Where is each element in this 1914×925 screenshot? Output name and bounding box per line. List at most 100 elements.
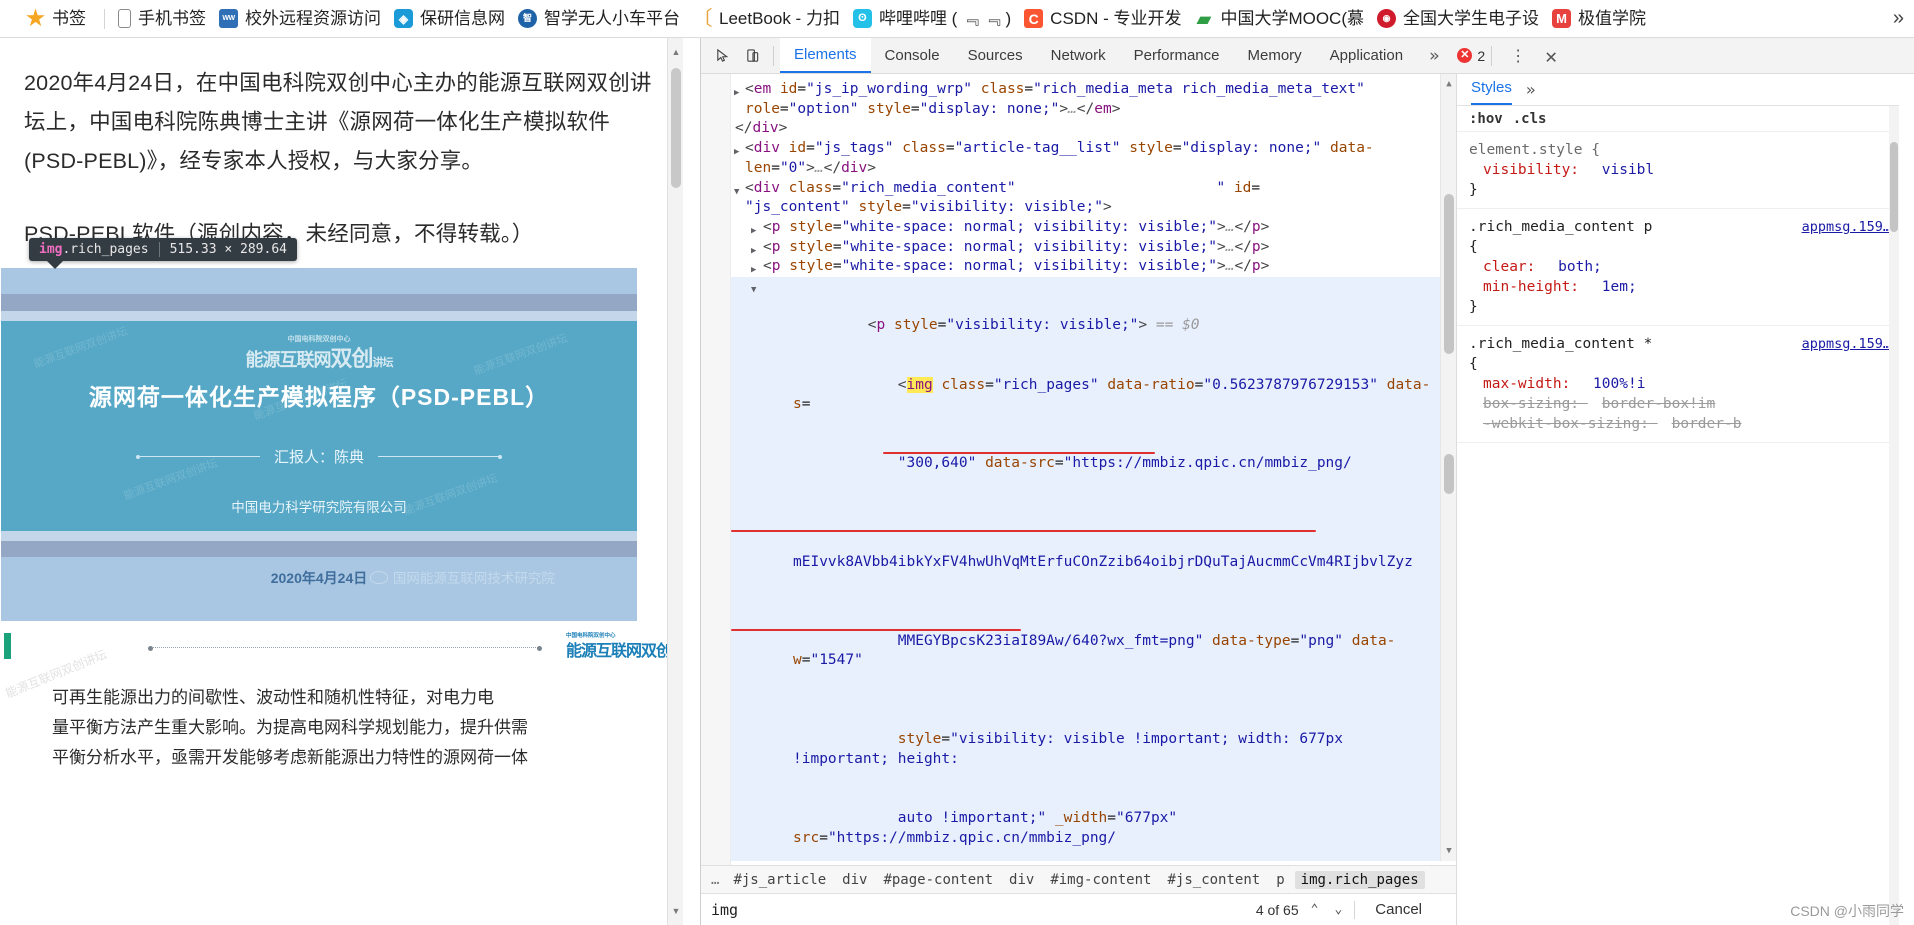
- dom-line[interactable]: </div>: [731, 119, 1440, 139]
- tabs-overflow-icon[interactable]: »: [1417, 46, 1451, 66]
- bookmark-item-9[interactable]: ◉ 全国大学生电子设: [1373, 7, 1548, 30]
- breadcrumb-overflow[interactable]: …: [707, 872, 723, 888]
- style-declaration[interactable]: min-height: 1em;: [1469, 277, 1891, 297]
- dom-line[interactable]: role="option" style="display: none;">…</…: [731, 100, 1440, 120]
- style-declaration[interactable]: max-width: 100%!i: [1469, 374, 1891, 394]
- dom-line-img-url-1[interactable]: mEIvvk8AVbb4ibkYxFV4hwUhVqMtErfuCOnZzib6…: [731, 513, 1440, 612]
- dom-line[interactable]: ▼ <div class="rich_media_content" " id=: [731, 179, 1440, 199]
- bookmark-item-2[interactable]: WW 校外远程资源访问: [215, 7, 390, 30]
- dom-line[interactable]: ▶ <em id="js_ip_wording_wrp" class="rich_…: [731, 80, 1440, 100]
- article-body: 可再生能源出力的间歇性、波动性和随机性特征，对电力电 量平衡方法产生重大影响。为…: [0, 665, 683, 773]
- collapse-triangle-icon[interactable]: ▼: [751, 281, 756, 301]
- class-toggle[interactable]: .cls: [1513, 111, 1547, 127]
- device-toolbar-icon[interactable]: [737, 43, 767, 69]
- bookmark-label: 中国大学MOOC(慕: [1220, 9, 1364, 28]
- search-next-icon[interactable]: ⌄: [1330, 902, 1346, 917]
- dom-scrollbar-thumb-2[interactable]: [1444, 454, 1454, 494]
- dom-line-img-url-2[interactable]: MMEGYBpcsK23iaI89Aw/640?wx_fmt=png" data…: [731, 611, 1440, 711]
- tab-console[interactable]: Console: [871, 38, 954, 73]
- bilibili-icon: ʘ: [852, 9, 872, 28]
- library-icon: WW: [219, 9, 238, 28]
- scroll-up-arrow-icon[interactable]: ▲: [668, 44, 683, 60]
- styles-scrollbar-thumb[interactable]: [1890, 142, 1898, 232]
- breadcrumb-item-div[interactable]: div: [836, 871, 873, 889]
- dom-search-bar: 4 of 65 ⌃ ⌄ Cancel: [701, 893, 1456, 925]
- tab-network[interactable]: Network: [1037, 38, 1120, 73]
- style-property-value: 100%!i: [1593, 376, 1646, 392]
- error-icon: ✕: [1457, 48, 1473, 63]
- dom-scroll-down-icon[interactable]: ▼: [1441, 843, 1456, 859]
- search-cancel-button[interactable]: Cancel: [1363, 901, 1448, 918]
- breadcrumb-item-js-content[interactable]: #js_content: [1161, 871, 1266, 889]
- breadcrumb-item-js-article[interactable]: #js_article: [727, 871, 832, 889]
- style-declaration-overridden[interactable]: box-sizing: border-box!im: [1469, 394, 1891, 414]
- tab-application[interactable]: Application: [1316, 38, 1417, 73]
- dom-line[interactable]: "js_content" style="visibility: visible;…: [731, 198, 1440, 218]
- dom-line-img-style-2[interactable]: auto !important;" _width="677px" src="ht…: [731, 789, 1440, 861]
- dom-line[interactable]: ▶ <p style="white-space: normal; visibili…: [731, 238, 1440, 258]
- tab-performance[interactable]: Performance: [1120, 38, 1234, 73]
- dom-line-img-attrs[interactable]: "300,640" data-src="https://mmbiz.qpic.c…: [731, 434, 1440, 514]
- inline-logo-text: 能源互联网: [565, 643, 642, 660]
- error-badge[interactable]: ✕ 2: [1457, 48, 1485, 64]
- csdn-icon: C: [1024, 9, 1044, 28]
- search-input[interactable]: [709, 899, 1248, 920]
- slide-band-grey: [1, 294, 637, 311]
- slide-image[interactable]: 能源互联网双创讲坛 能源互联网双创讲坛 能源互联网双创讲坛 能源互联网双创讲坛 …: [1, 268, 637, 621]
- style-rule-element-style[interactable]: element.style { visibility: visibl }: [1457, 132, 1899, 209]
- dom-scroll-up-icon[interactable]: ▲: [1441, 76, 1456, 92]
- breadcrumb-item-img-content[interactable]: #img-content: [1044, 871, 1157, 889]
- style-rule-rich-media-content-p[interactable]: appmsg.159… .rich_media_content p { clea…: [1457, 209, 1899, 326]
- dom-tree-scrollbar[interactable]: ▲ ▼: [1440, 74, 1456, 861]
- page-marker-row: 中国电科院双创中心 能源互联网双创 能源互联网双创讲坛: [0, 631, 683, 701]
- breadcrumb-item-div-2[interactable]: div: [1003, 871, 1040, 889]
- style-rule-rich-media-content-all[interactable]: appmsg.159… .rich_media_content * { max-…: [1457, 326, 1899, 443]
- bookmark-item-5[interactable]: 〔 LeetBook - 力扣: [689, 7, 849, 30]
- article-paragraph-1: 2020年4月24日，在中国电科院双创中心主办的能源互联网双创讲坛上，中国电科院…: [24, 71, 652, 173]
- bookmark-item-4[interactable]: 智 智学无人小车平台: [514, 7, 689, 30]
- tab-sources[interactable]: Sources: [954, 38, 1037, 73]
- styles-scrollbar[interactable]: [1889, 106, 1899, 925]
- dom-line[interactable]: ▶ <p style="white-space: normal; visibili…: [731, 257, 1440, 277]
- style-declaration[interactable]: visibility: visibl: [1469, 160, 1891, 180]
- badge-icon: 智: [518, 9, 537, 28]
- bookmark-item-6[interactable]: ʘ 哔哩哔哩 ( ﹃ ﹃ ): [849, 7, 1020, 30]
- tab-memory[interactable]: Memory: [1234, 38, 1316, 73]
- breadcrumb-item-img-rich-pages[interactable]: img.rich_pages: [1294, 870, 1425, 889]
- bookmark-item-3[interactable]: ◈ 保研信息网: [390, 7, 514, 30]
- dom-scrollbar-thumb[interactable]: [1444, 194, 1454, 354]
- page-scrollbar-thumb[interactable]: [671, 68, 681, 188]
- bookmark-item-8[interactable]: ▰ 中国大学MOOC(慕: [1190, 7, 1373, 30]
- breadcrumb-item-page-content[interactable]: #page-content: [877, 871, 999, 889]
- style-property-name: -webkit-box-sizing:: [1483, 416, 1649, 432]
- style-declaration-overridden-2[interactable]: -webkit-box-sizing: border-b: [1469, 414, 1891, 434]
- dom-line-img[interactable]: <img class="rich_pages" data-ratio="0.56…: [731, 355, 1440, 435]
- tab-elements[interactable]: Elements: [780, 38, 871, 73]
- dom-line[interactable]: ▶ <p style="white-space: normal; visibili…: [731, 218, 1440, 238]
- scroll-down-arrow-icon[interactable]: ▼: [668, 903, 683, 919]
- search-prev-icon[interactable]: ⌃: [1307, 902, 1323, 917]
- tab-styles[interactable]: Styles: [1471, 74, 1512, 105]
- style-declaration[interactable]: clear: both;: [1469, 257, 1891, 277]
- dom-line[interactable]: len="0">…</div>: [731, 159, 1440, 179]
- breadcrumb-item-p[interactable]: p: [1270, 871, 1290, 889]
- bookmark-item-0[interactable]: ★ 书签: [22, 7, 95, 30]
- bookmark-overflow-chevron-icon[interactable]: »: [1883, 7, 1914, 30]
- style-source-link[interactable]: appmsg.159…: [1802, 334, 1891, 354]
- bookmark-item-7[interactable]: C CSDN - 专业开发: [1020, 7, 1190, 30]
- devtools-menu-icon[interactable]: ⋮: [1498, 46, 1539, 65]
- dom-line[interactable]: ▶ <div id="js_tags" class="article-tag__l…: [731, 139, 1440, 159]
- devtools-close-icon[interactable]: ✕: [1539, 44, 1571, 68]
- style-source-link[interactable]: appmsg.159…: [1802, 217, 1891, 237]
- dom-line-selected-parent[interactable]: … ▼<p style="visibility: visible;"> == $…: [731, 277, 1440, 356]
- dom-tree[interactable]: ▶ <em id="js_ip_wording_wrp" class="rich_…: [731, 74, 1440, 861]
- bookmark-label: 校外远程资源访问: [245, 9, 381, 28]
- bookmark-item-10[interactable]: M 极值学院: [1548, 7, 1655, 30]
- page-scrollbar[interactable]: ▲ ▼: [667, 38, 683, 925]
- slide-band-top: [1, 268, 637, 294]
- dom-line-img-style-1[interactable]: style="visibility: visible !important; w…: [731, 710, 1440, 790]
- inspect-element-icon[interactable]: [707, 43, 737, 69]
- bookmark-item-1[interactable]: 手机书签: [114, 7, 215, 30]
- hover-state-toggle[interactable]: :hov: [1469, 111, 1503, 127]
- styles-overflow-icon[interactable]: »: [1526, 80, 1536, 99]
